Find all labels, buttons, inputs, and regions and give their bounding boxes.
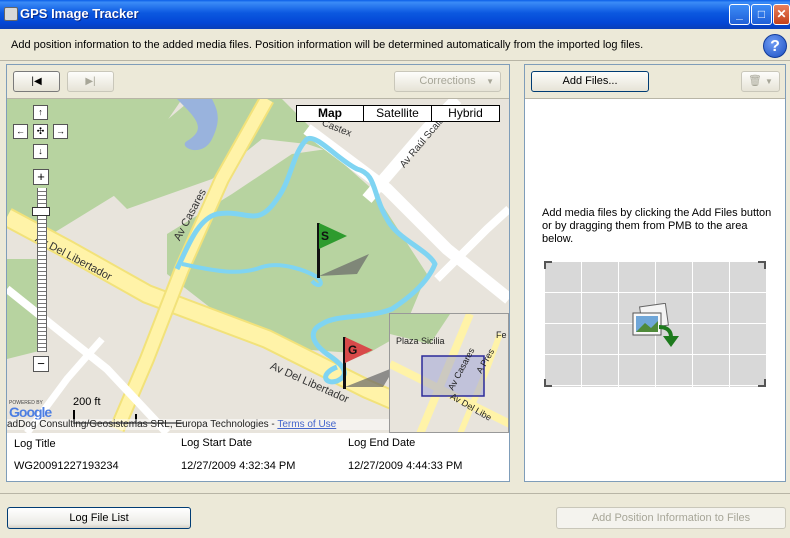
add-position-info-button[interactable]: Add Position Information to Files: [556, 507, 786, 529]
map-type-control: Map Satellite Hybrid: [296, 105, 500, 122]
media-toolbar: Add Files... 🗑 ▼: [525, 65, 785, 99]
chevron-down-icon: ▼: [765, 77, 773, 86]
first-point-button[interactable]: |◀: [13, 71, 60, 92]
chevron-down-icon: ▼: [486, 77, 494, 86]
trash-icon: 🗑: [748, 75, 762, 87]
description-text: Add position information to the added me…: [11, 39, 644, 51]
map-toolbar: |◀ ▶| Corrections ▼: [7, 65, 509, 99]
drop-instructions: Add media files by clicking the Add File…: [542, 207, 772, 245]
corner-mark: [544, 379, 552, 387]
log-table: Log Title Log Start Date Log End Date WG…: [7, 433, 509, 481]
map-type-satellite[interactable]: Satellite: [363, 106, 431, 121]
media-panel: Add Files... 🗑 ▼ Add media files by clic…: [524, 64, 786, 482]
column-header-end-date[interactable]: Log End Date: [348, 437, 415, 449]
goal-flag-label: G: [348, 343, 358, 357]
title-bar: GPS Image Tracker _ □ ✕: [0, 0, 790, 29]
map-attribution: adDog Consulting/Geosistemas SRL, Europa…: [7, 419, 389, 430]
corner-mark: [758, 379, 766, 387]
corner-mark: [544, 261, 552, 269]
attribution-text: adDog Consulting/Geosistemas SRL, Europa…: [7, 419, 278, 430]
zoom-slider-thumb[interactable]: [32, 207, 50, 216]
drop-media-icon: [632, 303, 679, 347]
next-point-button[interactable]: ▶|: [67, 71, 114, 92]
zoom-out-icon[interactable]: −: [33, 356, 49, 372]
map-type-map[interactable]: Map: [297, 106, 363, 121]
minimize-button[interactable]: _: [729, 4, 750, 25]
zoom-in-icon[interactable]: +: [33, 169, 49, 185]
scale-label: 200 ft: [73, 396, 101, 408]
column-header-start-date[interactable]: Log Start Date: [181, 437, 252, 449]
pan-up-icon[interactable]: ↑: [33, 105, 48, 120]
map-panel: |◀ ▶| Corrections ▼ Castex Av Raúl Scala…: [6, 64, 510, 482]
skip-forward-icon: ▶|: [85, 76, 96, 87]
add-files-button[interactable]: Add Files...: [531, 71, 649, 92]
map-view[interactable]: Castex Av Raúl Scalab Av Casares Av Del …: [7, 99, 509, 433]
terms-of-use-link[interactable]: Terms of Use: [277, 419, 336, 430]
pan-right-icon[interactable]: →: [53, 124, 68, 139]
map-type-hybrid[interactable]: Hybrid: [431, 106, 499, 121]
corrections-label: Corrections: [419, 75, 476, 87]
log-file-list-button[interactable]: Log File List: [7, 507, 191, 529]
corner-mark: [758, 261, 766, 269]
divider: [0, 493, 790, 494]
maximize-button[interactable]: □: [751, 4, 772, 25]
corrections-dropdown[interactable]: Corrections ▼: [394, 71, 501, 92]
pan-center-icon[interactable]: ✣: [33, 124, 48, 139]
log-end-cell: 12/27/2009 4:44:33 PM: [348, 460, 463, 472]
divider: [0, 60, 790, 61]
log-title-cell: WG20091227193234: [14, 460, 119, 472]
overview-label: Fe: [496, 330, 507, 340]
pan-left-icon[interactable]: ←: [13, 124, 28, 139]
log-start-cell: 12/27/2009 4:32:34 PM: [181, 460, 296, 472]
remove-files-dropdown[interactable]: 🗑 ▼: [741, 71, 780, 92]
start-flag-label: S: [321, 229, 330, 243]
pan-down-icon[interactable]: ↓: [33, 144, 48, 159]
close-button[interactable]: ✕: [773, 4, 790, 25]
google-logo[interactable]: Google: [9, 404, 52, 420]
overview-map[interactable]: Plaza Sicilia Av Casares A Pres Av Del L…: [389, 313, 509, 433]
app-icon: [4, 7, 18, 21]
help-button[interactable]: ?: [763, 34, 787, 58]
window-title: GPS Image Tracker: [20, 6, 139, 21]
media-drop-area[interactable]: [544, 261, 766, 387]
column-header-log-title[interactable]: Log Title: [14, 438, 56, 450]
overview-label: Plaza Sicilia: [396, 336, 445, 346]
skip-back-icon: |◀: [31, 76, 42, 87]
